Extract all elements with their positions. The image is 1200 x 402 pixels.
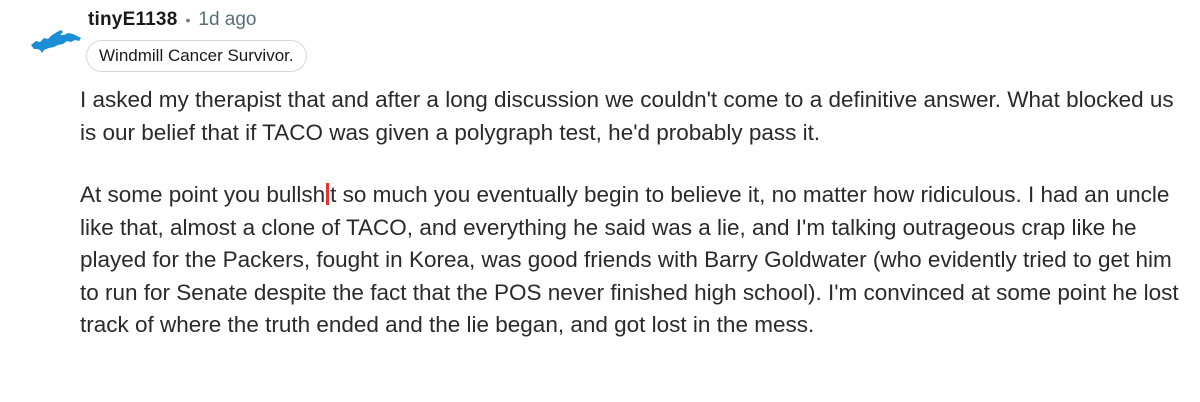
comment-paragraph: At some point you bullsh t so much you ev… — [80, 179, 1190, 342]
timestamp[interactable]: 1d ago — [198, 9, 256, 31]
separator-dot: • — [185, 12, 191, 28]
comment-paragraph: I asked my therapist that and after a lo… — [80, 87, 1174, 145]
comment-body: I asked my therapist that and after a lo… — [80, 84, 1190, 342]
michigan-upper-peninsula-map-icon[interactable] — [30, 26, 82, 60]
text-cursor — [326, 183, 330, 205]
comment-text-segment: At some point you bullsh — [80, 182, 326, 207]
username-link[interactable]: tinyE1138 — [88, 9, 177, 31]
comment: tinyE1138 • 1d ago Windmill Cancer Survi… — [0, 0, 1200, 402]
user-flair: Windmill Cancer Survivor. — [86, 40, 307, 72]
comment-header: tinyE1138 • 1d ago — [88, 6, 257, 34]
